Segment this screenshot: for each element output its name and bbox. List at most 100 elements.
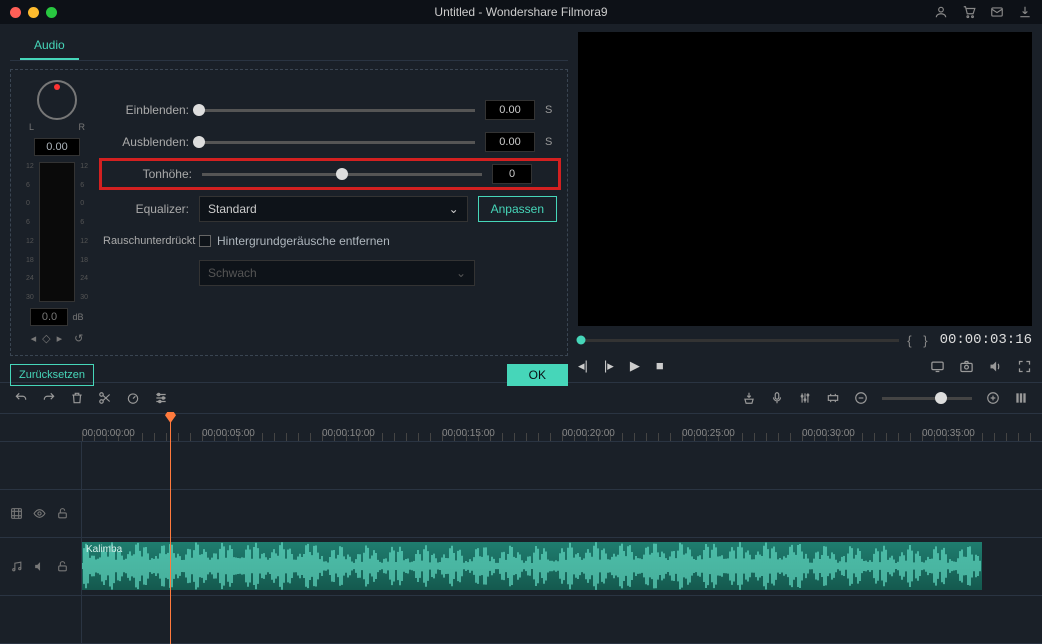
- zoom-out-icon[interactable]: [854, 391, 868, 405]
- denoise-check-label: Hintergrundgeräusche entfernen: [217, 234, 390, 248]
- fadein-slider[interactable]: [199, 109, 475, 112]
- chevron-down-icon: ⌄: [456, 266, 466, 280]
- fadeout-label: Ausblenden:: [103, 135, 189, 149]
- redo-icon[interactable]: [42, 391, 56, 405]
- undo-icon[interactable]: [14, 391, 28, 405]
- timeline: + 00:00:00:0000:00:05:0000:00:10:0000:00…: [0, 414, 1042, 644]
- vu-meter: 1260612182430 1260612182430: [39, 162, 75, 302]
- fadein-unit: S: [545, 104, 557, 116]
- track-options-icon[interactable]: [1014, 391, 1028, 405]
- ruler-tick: 00:00:05:00: [202, 428, 255, 439]
- denoise-checkbox[interactable]: [199, 235, 211, 247]
- minimize-window-button[interactable]: [28, 7, 39, 18]
- fadeout-value[interactable]: 0.00: [485, 132, 535, 152]
- mute-icon[interactable]: [33, 560, 46, 573]
- ruler-tick: 00:00:35:00: [922, 428, 975, 439]
- prev-frame-icon[interactable]: ◂|: [578, 358, 588, 374]
- maximize-window-button[interactable]: [46, 7, 57, 18]
- download-icon[interactable]: [1018, 5, 1032, 19]
- denoise-level-select[interactable]: Schwach ⌄: [199, 260, 475, 286]
- adjust-icon[interactable]: [154, 391, 168, 405]
- next-frame-icon[interactable]: |▸: [604, 358, 614, 374]
- zoom-slider[interactable]: [882, 397, 972, 400]
- fadein-value[interactable]: 0.00: [485, 100, 535, 120]
- waveform-icon: [82, 542, 982, 590]
- pitch-row-highlight: Tonhöhe: 0: [99, 158, 561, 190]
- eq-value: Standard: [208, 202, 257, 216]
- audio-track[interactable]: Kalimba: [0, 538, 1042, 596]
- preview-timecode: 00:00:03:16: [940, 332, 1032, 348]
- fadeout-unit: S: [545, 136, 557, 148]
- clip-label: Kalimba: [86, 544, 122, 555]
- visibility-icon[interactable]: [33, 507, 46, 520]
- fadeout-slider[interactable]: [199, 141, 475, 144]
- stop-icon[interactable]: ■: [656, 358, 664, 374]
- pan-right-label: R: [79, 122, 86, 132]
- chevron-down-icon: ⌄: [449, 202, 459, 216]
- titlebar-actions: [934, 5, 1032, 19]
- ruler-tick: 00:00:20:00: [562, 428, 615, 439]
- ruler-tick: 00:00:30:00: [802, 428, 855, 439]
- fit-icon[interactable]: [826, 391, 840, 405]
- track-spacer: [0, 442, 1042, 490]
- eq-adjust-button[interactable]: Anpassen: [478, 196, 557, 222]
- ruler-tick: 00:00:00:00: [82, 428, 135, 439]
- preview-scrubber[interactable]: [578, 339, 899, 342]
- lock-icon[interactable]: [56, 507, 69, 520]
- audio-track-icon: [10, 560, 23, 573]
- fullscreen-icon[interactable]: [1017, 359, 1032, 374]
- ruler-tick: 00:00:25:00: [682, 428, 735, 439]
- next-keyframe-icon[interactable]: ▸: [57, 332, 63, 345]
- marker-icon[interactable]: [742, 391, 756, 405]
- video-track-icon: [10, 507, 23, 520]
- tab-audio[interactable]: Audio: [20, 32, 79, 60]
- denoise-level-value: Schwach: [208, 266, 257, 280]
- user-icon[interactable]: [934, 5, 948, 19]
- pan-knob[interactable]: [37, 80, 77, 120]
- pitch-value[interactable]: 0: [492, 164, 532, 184]
- denoise-label: Rauschunterdrückt: [103, 235, 189, 247]
- keyframe-icon[interactable]: ◇: [42, 332, 50, 345]
- mark-in-out-icon[interactable]: { }: [907, 333, 931, 348]
- mail-icon[interactable]: [990, 5, 1004, 19]
- volume-icon[interactable]: [988, 359, 1003, 374]
- db-value[interactable]: 0.0: [30, 308, 68, 326]
- ruler-tick: 00:00:15:00: [442, 428, 495, 439]
- playhead[interactable]: [170, 414, 171, 644]
- cart-icon[interactable]: [962, 5, 976, 19]
- pan-value[interactable]: 0.00: [34, 138, 80, 156]
- preview-viewport: [578, 32, 1032, 326]
- quality-icon[interactable]: [930, 359, 945, 374]
- split-icon[interactable]: [98, 391, 112, 405]
- play-icon[interactable]: ▶: [630, 358, 640, 374]
- audio-clip[interactable]: Kalimba: [82, 542, 982, 590]
- snapshot-icon[interactable]: [959, 359, 974, 374]
- pitch-label: Tonhöhe:: [106, 167, 192, 181]
- window-controls: [10, 7, 57, 18]
- time-ruler[interactable]: + 00:00:00:0000:00:05:0000:00:10:0000:00…: [0, 414, 1042, 442]
- timeline-toolbar: [0, 382, 1042, 414]
- video-track[interactable]: [0, 490, 1042, 538]
- zoom-in-icon[interactable]: [986, 391, 1000, 405]
- reset-button[interactable]: Zurücksetzen: [10, 364, 94, 386]
- pitch-slider[interactable]: [202, 173, 482, 176]
- prev-keyframe-icon[interactable]: ◂: [31, 332, 37, 345]
- eq-select[interactable]: Standard ⌄: [199, 196, 468, 222]
- close-window-button[interactable]: [10, 7, 21, 18]
- tabs: Audio: [10, 32, 568, 61]
- track-spacer-2: [0, 596, 1042, 644]
- delete-icon[interactable]: [70, 391, 84, 405]
- ruler-tick: 00:00:10:00: [322, 428, 375, 439]
- window-title: Untitled - Wondershare Filmora9: [434, 5, 607, 19]
- lock-icon[interactable]: [56, 560, 69, 573]
- pan-left-label: L: [29, 122, 34, 132]
- titlebar: Untitled - Wondershare Filmora9: [0, 0, 1042, 24]
- db-label: dB: [72, 312, 83, 322]
- mic-icon[interactable]: [770, 391, 784, 405]
- ok-button[interactable]: OK: [507, 364, 568, 386]
- mixer-icon[interactable]: [798, 391, 812, 405]
- audio-panel: L R 0.00 1260612182430 1260612182430 0.0 d…: [10, 69, 568, 356]
- reset-audio-icon[interactable]: ↺: [74, 332, 83, 345]
- speed-icon[interactable]: [126, 391, 140, 405]
- fadein-label: Einblenden:: [103, 103, 189, 117]
